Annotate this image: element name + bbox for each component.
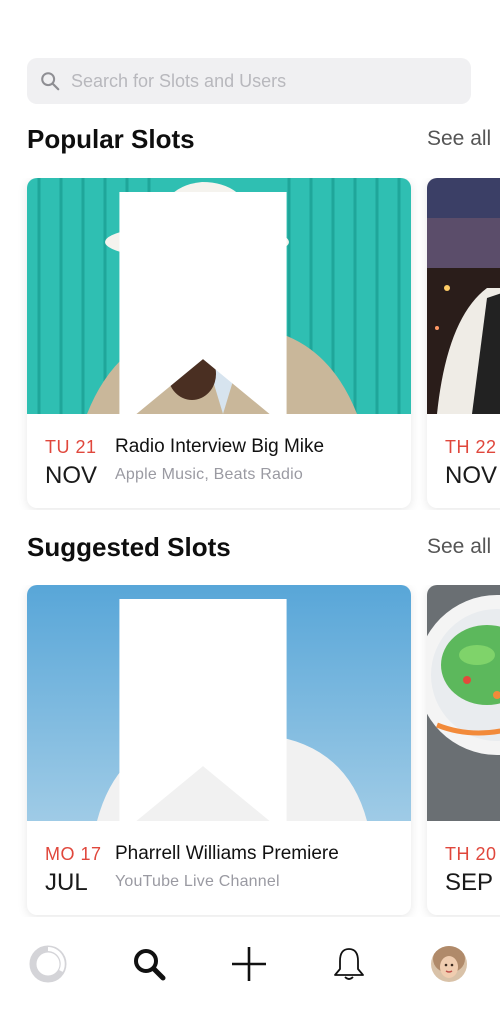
slot-card[interactable]: TH 20 SEP xyxy=(427,585,500,915)
bell-icon xyxy=(334,948,364,980)
popular-see-all-link[interactable]: See all xyxy=(427,127,491,151)
loading-ring-icon xyxy=(29,945,67,983)
tab-create[interactable] xyxy=(227,942,271,986)
bookmark-icon[interactable] xyxy=(27,192,395,414)
suggested-see-all-link[interactable]: See all xyxy=(427,535,491,559)
search-icon xyxy=(134,949,166,981)
search-icon xyxy=(41,72,60,91)
slot-day: MO 17 xyxy=(45,844,102,864)
slot-day: TH 22 xyxy=(445,437,497,457)
plus-icon xyxy=(232,947,266,981)
profile-avatar xyxy=(431,946,467,982)
tab-search[interactable] xyxy=(127,942,171,986)
slot-month: SEP xyxy=(445,869,494,896)
suggested-slots-title: Suggested Slots xyxy=(27,532,231,562)
slot-day: TU 21 xyxy=(45,437,97,457)
slot-card[interactable]: TU 21 NOV Radio Interview Big Mike Apple… xyxy=(27,178,411,508)
tab-profile[interactable] xyxy=(427,942,471,986)
slot-subtitle: YouTube Live Channel xyxy=(115,873,280,890)
slot-subtitle: Apple Music, Beats Radio xyxy=(115,466,304,483)
slot-day: TH 20 xyxy=(445,844,497,864)
slot-month: NOV xyxy=(445,462,498,489)
slot-photo xyxy=(427,585,500,821)
tab-home[interactable] xyxy=(26,942,70,986)
popular-slots-carousel[interactable]: TU 21 NOV Radio Interview Big Mike Apple… xyxy=(0,178,500,510)
slot-photo: THE SAME IS LAME xyxy=(27,585,411,821)
search-input[interactable]: Search for Slots and Users xyxy=(71,71,286,92)
slot-month: JUL xyxy=(45,869,88,896)
slot-card[interactable]: THE SAME IS LAME MO 17 JUL Pharrell Will… xyxy=(27,585,411,915)
tab-notifications[interactable] xyxy=(327,942,371,986)
slot-title: Radio Interview Big Mike xyxy=(115,436,325,457)
bookmark-icon[interactable] xyxy=(27,599,395,821)
tab-bar xyxy=(0,928,500,1014)
slot-month: NOV xyxy=(45,462,98,489)
slot-title: Pharrell Williams Premiere xyxy=(115,843,339,864)
slot-card[interactable]: TH 22 NOV xyxy=(427,178,500,508)
suggested-slots-carousel[interactable]: THE SAME IS LAME MO 17 JUL Pharrell Will… xyxy=(0,585,500,917)
search-bar[interactable]: Search for Slots and Users xyxy=(27,58,471,104)
slot-photo xyxy=(27,178,411,414)
slot-photo xyxy=(427,178,500,414)
popular-slots-title: Popular Slots xyxy=(27,124,195,154)
